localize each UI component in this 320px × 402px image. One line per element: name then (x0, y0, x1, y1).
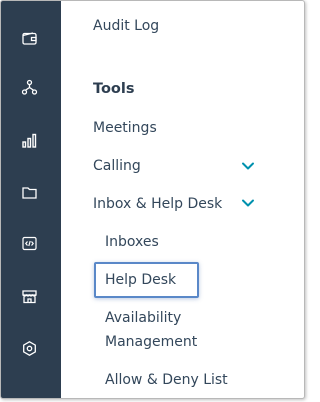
menu-item-calling[interactable]: Calling (93, 158, 141, 174)
settings-menu: Audit Log Tools Meetings Calling Inbox &… (61, 1, 304, 398)
menu-item-inbox-help-desk[interactable]: Inbox & Help Desk (93, 196, 222, 212)
folder-icon[interactable] (21, 184, 38, 201)
reports-icon[interactable] (21, 132, 38, 149)
submenu-item-inboxes[interactable]: Inboxes (105, 234, 159, 250)
storefront-icon[interactable] (21, 288, 38, 305)
submenu-item-help-desk[interactable]: Help Desk (105, 272, 176, 288)
menu-item-audit-log[interactable]: Audit Log (93, 18, 159, 34)
menu-item-meetings[interactable]: Meetings (93, 120, 157, 136)
submenu-item-availability-management[interactable]: Availability Management (105, 306, 197, 354)
chevron-down-icon[interactable] (241, 161, 255, 171)
availability-line-1: Availability (105, 310, 182, 326)
code-icon[interactable] (21, 235, 38, 252)
submenu-item-allow-deny-list[interactable]: Allow & Deny List (105, 372, 228, 388)
hierarchy-icon[interactable] (21, 79, 38, 96)
settings-hex-icon[interactable] (21, 340, 38, 357)
wallet-icon[interactable] (21, 30, 38, 47)
settings-navigation-panel: Audit Log Tools Meetings Calling Inbox &… (0, 0, 305, 399)
availability-line-2: Management (105, 334, 198, 350)
section-heading-tools: Tools (93, 81, 135, 97)
icon-rail (1, 1, 61, 398)
chevron-down-icon[interactable] (241, 198, 255, 208)
